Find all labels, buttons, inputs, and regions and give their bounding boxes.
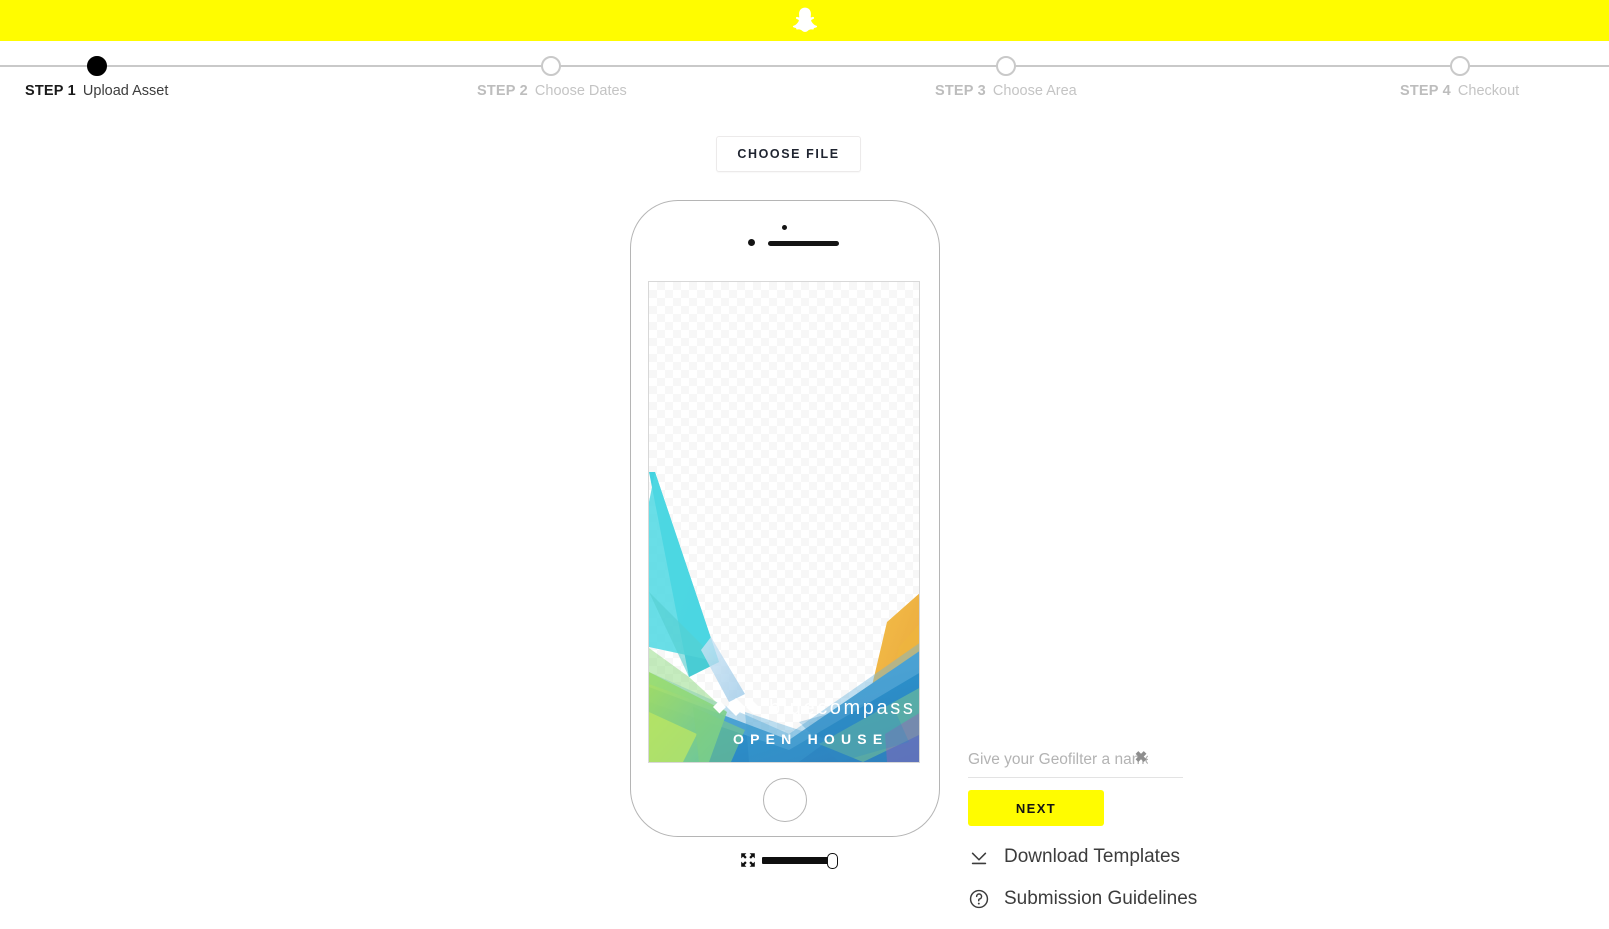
step-dot-4[interactable] (1450, 56, 1470, 76)
geofilter-details-panel: ✖ NEXT Download Templates Submission Gui… (968, 742, 1268, 910)
step-title-4: Checkout (1457, 83, 1520, 99)
next-button[interactable]: NEXT (968, 790, 1104, 826)
download-templates-label: Download Templates (1004, 846, 1181, 867)
geofilter-name-input[interactable] (968, 744, 1148, 775)
earpiece-speaker (768, 241, 839, 246)
progress-track (0, 65, 1609, 67)
download-icon (968, 846, 990, 868)
submission-guidelines-label: Submission Guidelines (1004, 888, 1198, 909)
submission-guidelines-link[interactable]: Submission Guidelines (968, 888, 1268, 910)
step-label-2: STEP 2 Choose Dates (477, 82, 627, 100)
step-dot-1[interactable] (87, 56, 107, 76)
svg-text:bluecompass: bluecompass (769, 697, 915, 719)
step-title-2: Choose Dates (534, 83, 627, 99)
resize-arrows-icon (740, 852, 756, 868)
step-title-1: Upload Asset (82, 83, 169, 99)
question-circle-icon (968, 888, 990, 910)
phone-preview-mockup: bluecompass ’ OPEN HOUSE (630, 200, 940, 837)
download-templates-link[interactable]: Download Templates (968, 846, 1268, 868)
step-dot-2[interactable] (541, 56, 561, 76)
scale-slider-track[interactable] (762, 852, 838, 869)
choose-file-button[interactable]: CHOOSE FILE (716, 136, 861, 172)
step-number-2: STEP 2 (477, 83, 528, 99)
front-camera-icon (782, 225, 787, 230)
step-dot-3[interactable] (996, 56, 1016, 76)
step-label-1: STEP 1 Upload Asset (25, 82, 168, 100)
step-label-4: STEP 4 Checkout (1400, 82, 1519, 100)
step-number-4: STEP 4 (1400, 83, 1451, 99)
geofilter-name-row: ✖ (968, 742, 1183, 778)
proximity-sensor-icon (748, 239, 755, 246)
scale-slider-thumb[interactable] (827, 852, 838, 869)
geofilter-canvas[interactable]: bluecompass ’ OPEN HOUSE (648, 281, 920, 763)
step-number-3: STEP 3 (935, 83, 986, 99)
snapchat-ghost-icon[interactable] (792, 6, 818, 35)
step-progress-bar: STEP 1 Upload Asset STEP 2 Choose Dates ST… (0, 41, 1609, 113)
step-number-1: STEP 1 (25, 83, 76, 99)
asset-scale-control[interactable] (740, 848, 840, 872)
step-label-3: STEP 3 Choose Area (935, 82, 1077, 100)
home-button-icon (763, 778, 807, 822)
close-x-icon[interactable]: ✖ (1133, 750, 1149, 766)
step-title-3: Choose Area (992, 83, 1077, 99)
geofilter-asset-preview: bluecompass ’ OPEN HOUSE (649, 472, 919, 762)
app-header (0, 0, 1609, 41)
svg-text:OPEN HOUSE: OPEN HOUSE (733, 731, 888, 747)
